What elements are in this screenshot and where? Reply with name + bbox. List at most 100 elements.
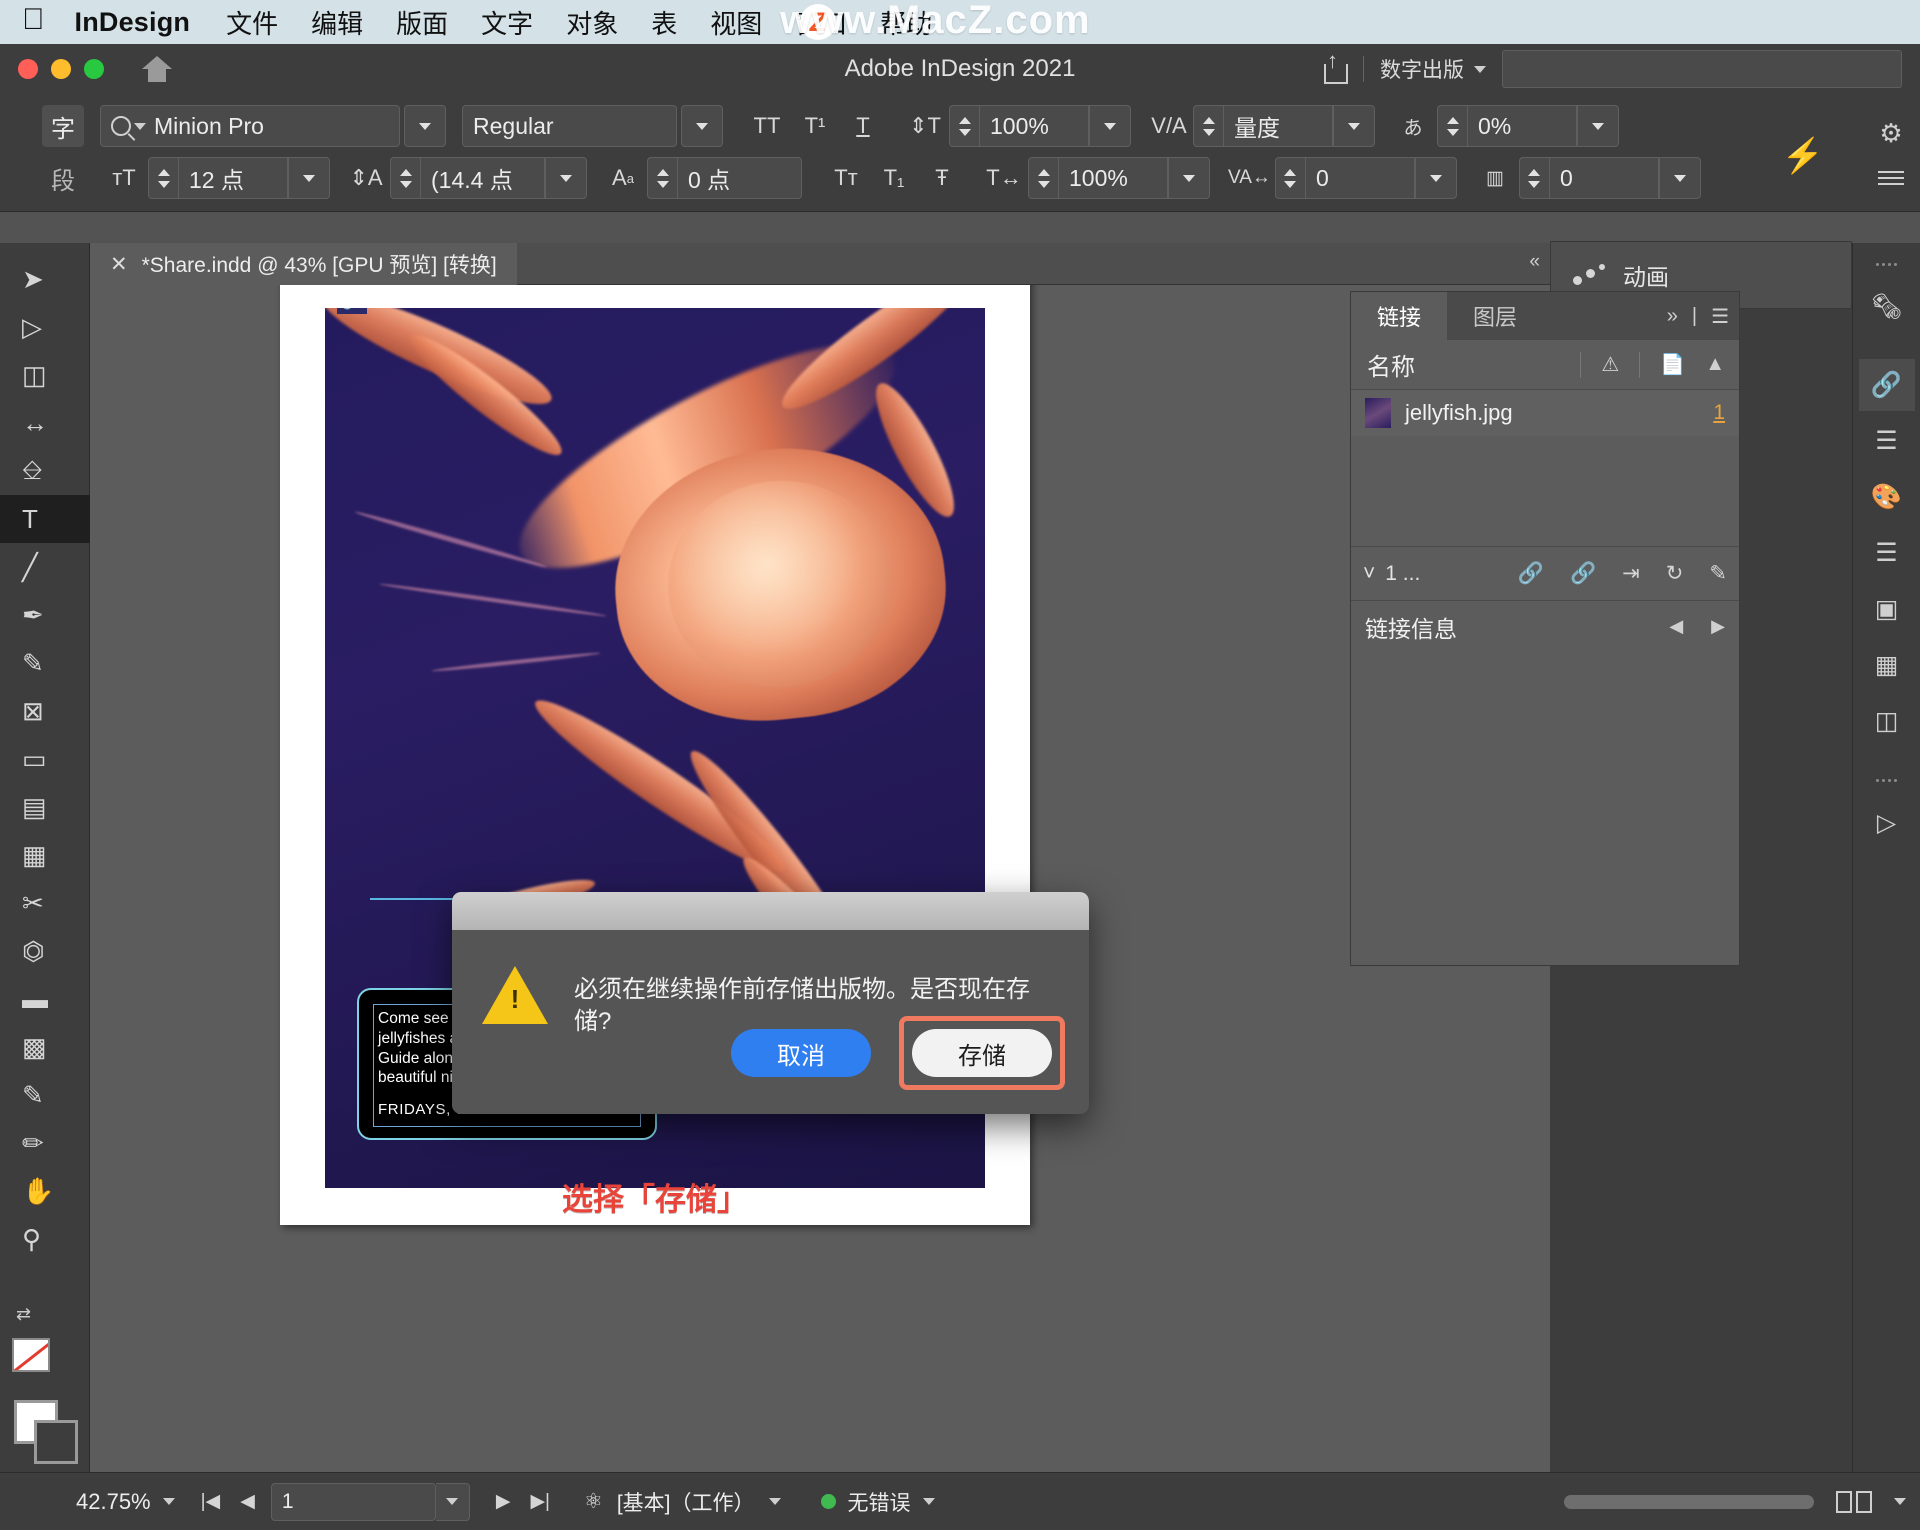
last-page-button[interactable]: ▶|	[530, 1490, 550, 1513]
color-theme-tool[interactable]: ✏	[0, 1119, 90, 1167]
pen-tool[interactable]: ✒	[0, 591, 90, 639]
table-row[interactable]: jellyfish.jpg 1	[1351, 390, 1739, 436]
leading-dropdown[interactable]	[545, 157, 587, 199]
hand-tool[interactable]: ✋	[0, 1167, 90, 1215]
tsume-dropdown[interactable]	[1577, 105, 1619, 147]
font-style-input[interactable]: Regular	[462, 105, 677, 147]
vertical-scale-input[interactable]: 100%	[979, 105, 1089, 147]
direct-selection-tool[interactable]: ▷	[0, 303, 90, 351]
menu-item-edit[interactable]: 编辑	[311, 4, 363, 41]
content-collector-tool[interactable]: ⎒	[0, 447, 90, 495]
gradient-tool[interactable]: ▬	[0, 975, 90, 1023]
tracking-input[interactable]: 0	[1304, 157, 1415, 199]
preflight-status[interactable]: 无错误	[820, 1487, 935, 1517]
sort-icon[interactable]: ▲	[1705, 353, 1725, 376]
gradient-feather-tool[interactable]: ▩	[0, 1023, 90, 1071]
tab-links[interactable]: 链接	[1351, 292, 1448, 340]
menu-item-help[interactable]: 帮助	[880, 4, 932, 41]
kerning-input[interactable]: 量度	[1223, 105, 1333, 147]
tab-layers[interactable]: 图层	[1447, 292, 1543, 340]
transform-tool[interactable]: ⏣	[0, 927, 90, 975]
workspace-status[interactable]: ⚛ [基本]（工作）	[584, 1487, 781, 1517]
close-icon[interactable]: ✕	[110, 252, 128, 277]
pages-icon[interactable]: 🗞	[1859, 281, 1915, 333]
dock-drag-handle[interactable]	[1874, 779, 1900, 787]
menu-item-table[interactable]: 表	[651, 4, 677, 41]
font-size-dropdown[interactable]	[288, 157, 330, 199]
tsume-input[interactable]: 0%	[1467, 105, 1577, 147]
menu-item-layout[interactable]: 版面	[396, 4, 448, 41]
hyperlinks-icon[interactable]: ▷	[1859, 797, 1915, 849]
menu-item-file[interactable]: 文件	[226, 4, 278, 41]
document-tab[interactable]: ✕ *Share.indd @ 43% [GPU 预览] [转换]	[90, 243, 517, 285]
update-link-icon[interactable]: ⇥	[1622, 561, 1640, 586]
view-layout-icon[interactable]	[1836, 1490, 1872, 1513]
grid-tracking-stepper[interactable]	[1518, 157, 1549, 199]
kerning-dropdown[interactable]	[1333, 105, 1375, 147]
scissors-tool[interactable]: ✂	[0, 879, 90, 927]
link-page-number[interactable]: 1	[1713, 401, 1725, 425]
font-style-dropdown-button[interactable]	[681, 105, 723, 147]
swap-fill-stroke-icon[interactable]: ⇄	[16, 1304, 31, 1325]
underline-button[interactable]: T	[843, 105, 883, 147]
leading-input[interactable]: (14.4 点	[420, 157, 545, 199]
links-footer-count-group[interactable]: ˅ 1 ...	[1363, 562, 1420, 586]
menu-item-view[interactable]: 视图	[710, 4, 762, 41]
superscript-button[interactable]: T¹	[795, 105, 835, 147]
page-number-input[interactable]: 1	[270, 1482, 436, 1521]
chevron-down-icon[interactable]: ˅	[1363, 562, 1375, 586]
horizontal-scrollbar[interactable]	[1564, 1494, 1814, 1509]
horizontal-scale-stepper[interactable]	[1028, 157, 1058, 199]
grid-tracking-dropdown[interactable]	[1658, 157, 1701, 199]
zoom-control[interactable]: 42.75%	[76, 1489, 175, 1515]
object-styles-icon[interactable]: ▦	[1859, 639, 1915, 691]
font-family-input[interactable]: Minion Pro	[100, 105, 400, 147]
page-number-dropdown[interactable]	[435, 1482, 470, 1521]
horizontal-scale-dropdown[interactable]	[1168, 157, 1210, 199]
strikethrough-button[interactable]: Ŧ	[922, 157, 962, 199]
warning-icon[interactable]: ⚠	[1601, 352, 1619, 377]
stroke-swatch[interactable]	[34, 1420, 78, 1464]
article-icon[interactable]: ◫	[1859, 695, 1915, 747]
zoom-tool[interactable]: ⚲	[0, 1215, 90, 1263]
tsume-stepper[interactable]	[1437, 105, 1467, 147]
rectangle-tool[interactable]: ▭	[0, 735, 90, 783]
preflight-icon[interactable]: ⚛	[584, 1489, 603, 1514]
grid-tracking-input[interactable]: 0	[1548, 157, 1659, 199]
prev-link-icon[interactable]: ◀	[1669, 616, 1683, 637]
search-input[interactable]	[1502, 50, 1902, 88]
page-icon[interactable]: 📄	[1660, 352, 1685, 377]
chevron-down-icon[interactable]	[162, 1498, 175, 1505]
vertical-scale-stepper[interactable]	[949, 105, 979, 147]
link-badge-icon[interactable]: 🔗	[337, 308, 367, 314]
quick-apply-icon[interactable]: ⚡	[1782, 136, 1824, 176]
type-tool[interactable]: T	[0, 495, 90, 543]
selection-tool[interactable]: ➤	[0, 255, 90, 303]
document-canvas[interactable]: 🔗 Come see the world famous jellyfishes …	[90, 285, 1550, 1472]
baseline-shift-stepper[interactable]	[647, 157, 677, 199]
none-swatch[interactable]	[12, 1338, 50, 1372]
goto-link-icon[interactable]: 🔗	[1570, 562, 1596, 586]
menu-app-name[interactable]: InDesign	[75, 7, 191, 38]
next-page-button[interactable]: ▶	[496, 1490, 511, 1513]
font-size-stepper[interactable]	[148, 157, 178, 199]
horizontal-scale-input[interactable]: 100%	[1058, 157, 1168, 199]
stroke-icon[interactable]: ☰	[1859, 527, 1915, 579]
collapse-panel-icon[interactable]: «	[1529, 251, 1540, 273]
cancel-button[interactable]: 取消	[731, 1029, 871, 1077]
kerning-stepper[interactable]	[1193, 105, 1223, 147]
character-formatting-button[interactable]: 字	[42, 105, 84, 147]
gear-icon[interactable]: ⚙	[1879, 118, 1902, 149]
menu-item-type[interactable]: 文字	[481, 4, 533, 41]
first-page-button[interactable]: |◀	[201, 1490, 221, 1513]
share-icon[interactable]	[1321, 48, 1348, 84]
font-size-input[interactable]: 12 点	[178, 157, 288, 199]
tracking-stepper[interactable]	[1274, 157, 1305, 199]
pencil-tool[interactable]: ✎	[0, 639, 90, 687]
layers-icon[interactable]: ☰	[1859, 415, 1915, 467]
relink-icon[interactable]: 🔗	[1518, 562, 1544, 586]
free-transform-tool[interactable]: ▤	[0, 783, 90, 831]
dock-drag-handle[interactable]	[1874, 263, 1900, 271]
effects-icon[interactable]: ▣	[1859, 583, 1915, 635]
links-icon[interactable]: 🔗	[1858, 359, 1915, 411]
